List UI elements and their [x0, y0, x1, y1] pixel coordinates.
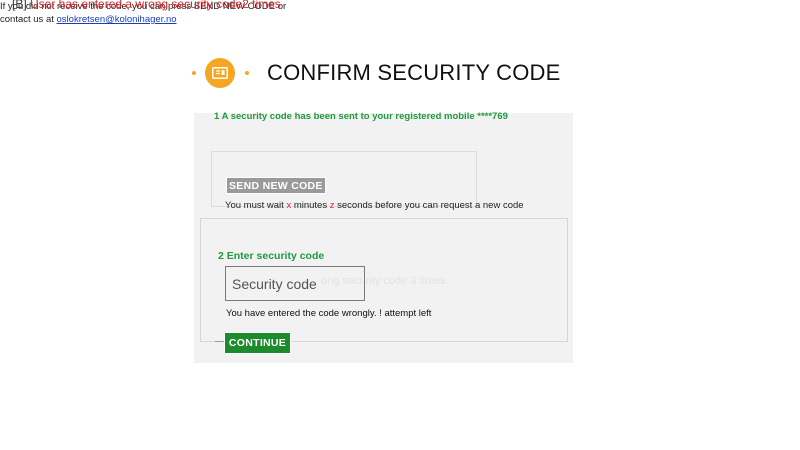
wait-message: You must wait x minutes z seconds before…	[225, 200, 524, 211]
step2-label: 2 Enter security code	[218, 250, 325, 262]
wait-part2: minutes	[293, 200, 328, 211]
security-code-input[interactable]	[225, 266, 365, 301]
contact-email-link[interactable]: oslokretsen@kolonihager.no	[57, 14, 177, 25]
resend-info-line2: contact us at oslokretsen@kolonihager.no	[0, 13, 800, 26]
divider-dash	[215, 341, 225, 342]
id-card-icon	[205, 58, 235, 88]
scenario-prefix: [B]	[12, 0, 27, 11]
decor-dot-right	[245, 71, 249, 75]
wrong-code-message: You have entered the code wrongly. ! att…	[226, 308, 432, 319]
contact-prefix: contact us at	[0, 14, 54, 25]
wait-part1: You must wait	[225, 200, 284, 211]
scenario-text: User has entered a wrong security code2 …	[30, 0, 281, 11]
wait-minutes-var: x	[286, 200, 292, 211]
scenario-note: [B] User has entered a wrong security co…	[12, 0, 281, 11]
send-new-code-button[interactable]: SEND NEW CODE	[226, 177, 326, 194]
step1-label: 1 A security code has been sent to your …	[214, 111, 508, 122]
continue-button[interactable]: CONTINUE	[224, 332, 291, 354]
wait-part3: seconds before you can request a new cod…	[337, 200, 524, 211]
page-title: CONFIRM SECURITY CODE	[267, 60, 561, 85]
decor-dot-left	[192, 71, 196, 75]
page-header: CONFIRM SECURITY CODE	[192, 55, 560, 91]
wait-seconds-var: z	[329, 200, 335, 211]
